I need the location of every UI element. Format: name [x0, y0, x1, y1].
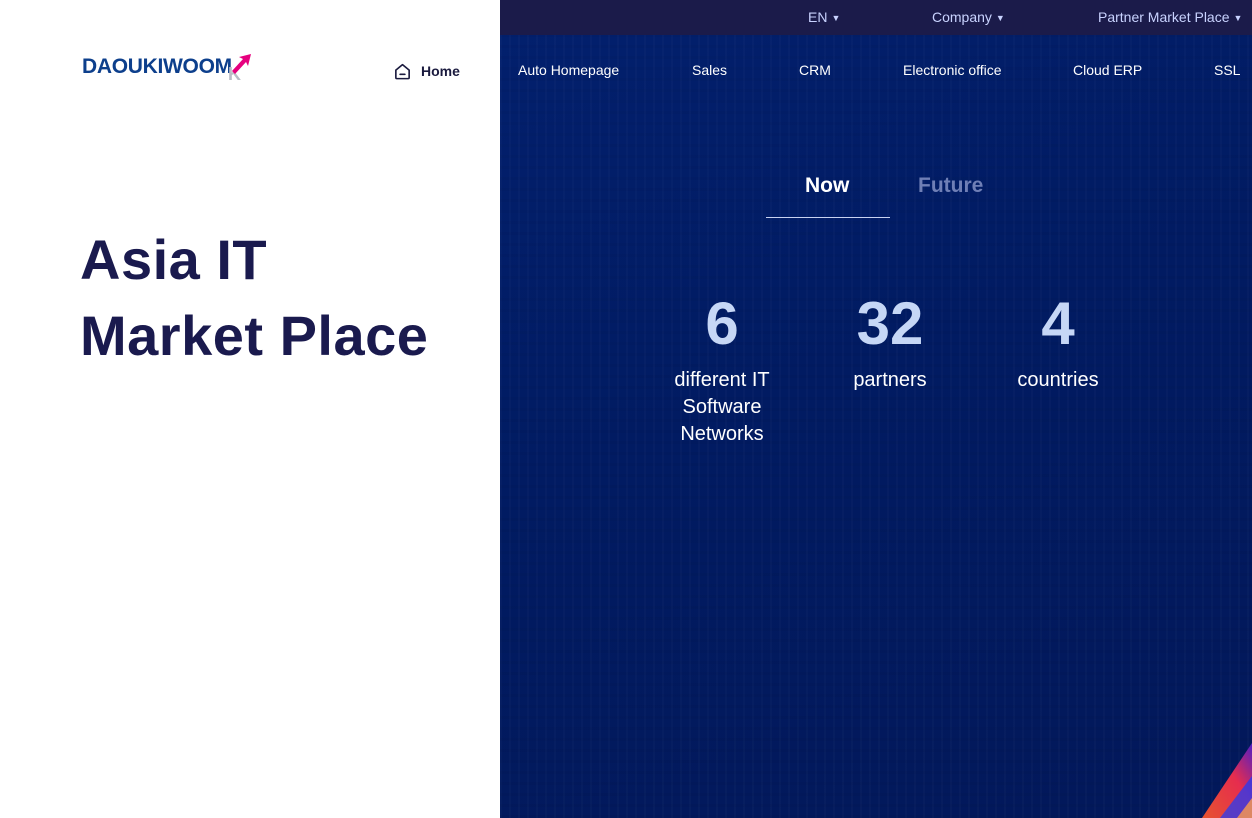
- nav-crm[interactable]: CRM: [799, 60, 831, 80]
- hero-title-line-2: Market Place: [80, 304, 429, 367]
- stat-description-line: partners: [853, 369, 927, 391]
- tab-now[interactable]: Now: [805, 172, 849, 200]
- nav-sales[interactable]: Sales: [692, 60, 727, 80]
- top-utility-bar: EN ▼ Company ▼ Partner Market Place ▼: [500, 0, 1252, 35]
- stat-description: countries: [998, 367, 1118, 394]
- stat-description-line: different IT: [674, 369, 770, 391]
- partner-market-place-label: Partner Market Place: [1098, 9, 1230, 25]
- stat-partners: 32 partners: [830, 290, 950, 394]
- language-dropdown[interactable]: EN ▼: [808, 0, 840, 35]
- active-tab-indicator: [766, 217, 890, 218]
- nav-electronic-office[interactable]: Electronic office: [903, 60, 1002, 80]
- logo-text: DAOUKIWOOM: [82, 55, 232, 78]
- decorative-streak: [1202, 743, 1252, 818]
- left-panel: [0, 0, 500, 818]
- nav-cloud-erp[interactable]: Cloud ERP: [1073, 60, 1142, 80]
- daoukiwoom-logo[interactable]: DAOUKIWOOM K: [82, 52, 251, 82]
- hero-background: [500, 0, 1252, 818]
- stat-value: 4: [1041, 290, 1075, 357]
- stat-description-line: Software: [682, 396, 762, 418]
- caret-down-icon: ▼: [831, 13, 841, 23]
- stat-value: 6: [705, 290, 739, 357]
- caret-down-icon: ▼: [995, 13, 1005, 23]
- stat-description: different IT Software Networks: [662, 367, 782, 448]
- caret-down-icon: ▼: [1233, 13, 1243, 23]
- stat-software-networks: 6 different IT Software Networks: [662, 290, 782, 448]
- hero-title: Asia IT Market Place: [80, 222, 428, 374]
- home-icon: [395, 63, 410, 79]
- stat-value: 32: [856, 290, 924, 357]
- stat-description: partners: [830, 367, 950, 394]
- nav-auto-homepage[interactable]: Auto Homepage: [518, 60, 619, 80]
- nav-ssl[interactable]: SSL: [1214, 60, 1240, 80]
- stat-description-line: Networks: [680, 423, 764, 445]
- company-dropdown[interactable]: Company ▼: [932, 0, 1005, 35]
- tab-future[interactable]: Future: [918, 172, 983, 200]
- stat-description-line: countries: [1017, 369, 1099, 391]
- nav-home-label: Home: [421, 63, 460, 79]
- stat-countries: 4 countries: [998, 290, 1118, 394]
- nav-home[interactable]: Home: [393, 59, 460, 83]
- company-label: Company: [932, 9, 992, 25]
- language-label: EN: [808, 9, 828, 25]
- partner-market-place-dropdown[interactable]: Partner Market Place ▼: [1098, 0, 1242, 35]
- hero-title-line-1: Asia IT: [80, 228, 268, 291]
- logo-arrow-mark: K: [226, 53, 251, 81]
